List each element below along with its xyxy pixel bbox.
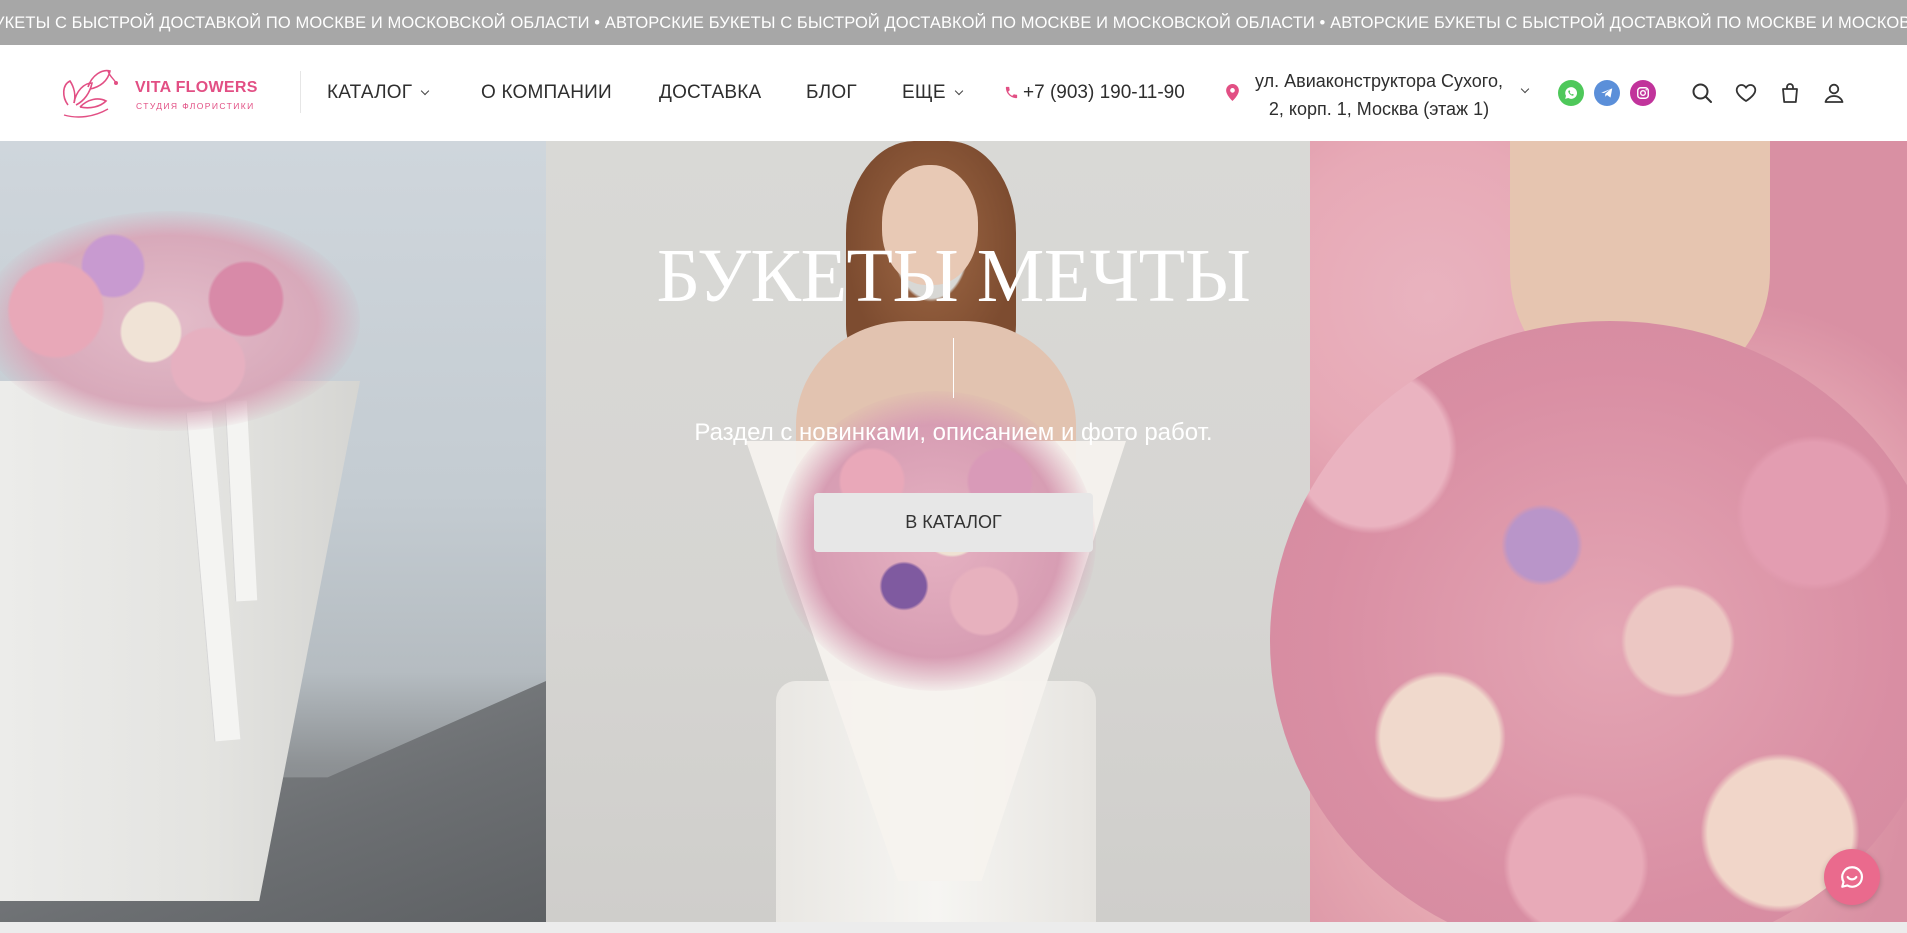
telegram-glyph [1601,88,1613,98]
heart-icon[interactable] [1734,81,1758,105]
logo-subtitle: СТУДИЯ ФЛОРИСТИКИ [136,101,255,111]
next-section-edge [0,922,1907,933]
flower-logo-icon [62,69,118,118]
hero-banner: БУКЕТЫ МЕЧТЫ Раздел с новинками, описани… [0,141,1907,922]
hero-divider-line [953,338,954,398]
chevron-down-icon [954,86,964,96]
store-address[interactable]: ул. Авиаконструктора Сухого, 2, корп. 1,… [1248,67,1510,123]
address-line-2: 2, корп. 1, Москва (этаж 1) [1268,99,1490,119]
header-divider [300,71,301,113]
instagram-icon[interactable] [1630,80,1656,106]
nav-about[interactable]: О КОМПАНИИ [481,82,612,104]
telegram-icon[interactable] [1594,80,1620,106]
whatsapp-icon[interactable] [1558,80,1584,106]
location-pin-icon [1226,84,1239,101]
nav-blog[interactable]: БЛОГ [806,82,857,104]
ticker-text: УКЕТЫ С БЫСТРОЙ ДОСТАВКОЙ ПО МОСКВЕ И МО… [0,14,1907,32]
hero-subtitle: Раздел с новинками, описанием и фото раб… [694,419,1213,446]
chat-widget-button[interactable] [1824,849,1880,905]
chevron-down-icon [421,86,430,96]
cart-icon[interactable] [1778,81,1802,105]
catalog-button[interactable]: В КАТАЛОГ [814,493,1093,552]
nav-catalog-label: КАТАЛОГ [327,82,413,103]
flower-dress [1270,321,1907,922]
user-icon[interactable] [1822,81,1846,105]
nav-catalog[interactable]: КАТАЛОГ [327,82,430,104]
chat-bubble-icon [1841,866,1864,888]
address-chevron-down-icon[interactable] [1520,84,1530,94]
logo-name: VITA FLOWERS [135,79,258,96]
phone-link[interactable]: +7 (903) 190-11-90 [1004,82,1185,104]
site-header: VITA FLOWERS СТУДИЯ ФЛОРИСТИКИ КАТАЛОГ О… [0,45,1907,141]
phone-number: +7 (903) 190-11-90 [1023,82,1185,103]
nav-more[interactable]: ЕЩЕ [902,82,964,104]
logo[interactable]: VITA FLOWERS СТУДИЯ ФЛОРИСТИКИ [58,63,288,125]
phone-icon [1005,86,1018,99]
whatsapp-glyph [1565,87,1578,99]
instagram-glyph [1637,87,1649,99]
nav-delivery[interactable]: ДОСТАВКА [659,82,761,104]
announcement-ticker: УКЕТЫ С БЫСТРОЙ ДОСТАВКОЙ ПО МОСКВЕ И МО… [0,0,1907,45]
address-line-1: ул. Авиаконструктора Сухого, [1255,71,1503,91]
hero-title: БУКЕТЫ МЕЧТЫ [656,234,1251,318]
nav-more-label: ЕЩЕ [902,82,946,103]
search-icon[interactable] [1690,81,1714,105]
